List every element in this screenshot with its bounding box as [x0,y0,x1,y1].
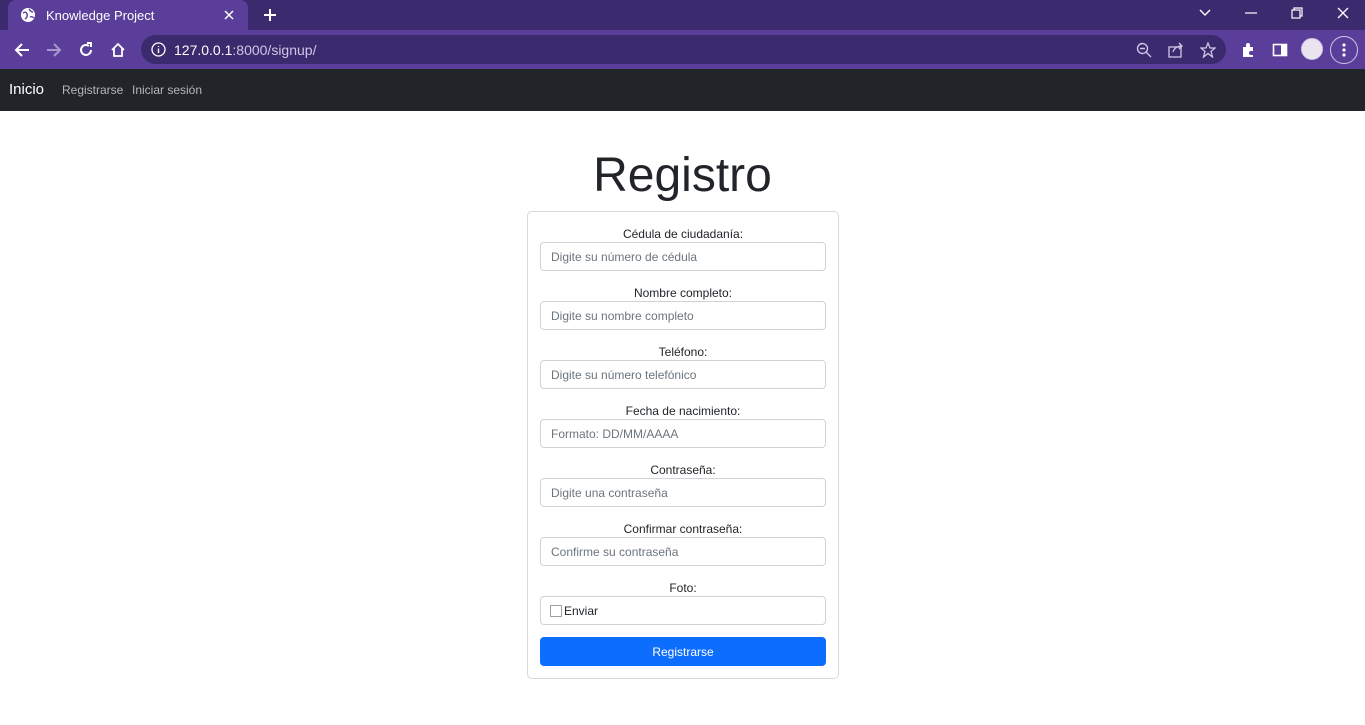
share-icon[interactable] [1167,41,1185,59]
browser-tabstrip: Knowledge Project [0,0,1365,30]
contrasena-input[interactable] [540,478,826,507]
foto-label: Foto: [669,581,697,595]
restore-icon[interactable] [1284,2,1310,24]
nombre-input[interactable] [540,301,826,330]
forward-icon[interactable] [43,39,65,61]
contrasena-label: Contraseña: [650,463,716,477]
confirmar-contrasena-label: Confirmar contraseña: [623,522,743,536]
tab-title: Knowledge Project [46,7,155,23]
register-button[interactable]: Registrarse [540,637,826,666]
navbar-brand[interactable]: Inicio [9,81,44,98]
browser-menu-icon[interactable] [1330,36,1358,64]
telefono-label: Teléfono: [658,345,708,359]
confirmar-contrasena-input[interactable] [540,537,826,566]
zoom-icon[interactable] [1135,41,1153,59]
site-navbar: Inicio Registrarse Iniciar sesión [0,69,1365,111]
signup-form: Cédula de ciudadanía: Nombre completo: T… [527,211,839,679]
browser-tab[interactable]: Knowledge Project [8,0,248,30]
cedula-label: Cédula de ciudadanía: [622,227,744,241]
tab-search-icon[interactable] [1192,2,1218,24]
close-tab-icon[interactable] [222,8,236,22]
url-text: 127.0.0.1:8000/signup/ [174,42,316,58]
nav-link-iniciar-sesion[interactable]: Iniciar sesión [132,83,202,97]
page-title: Registro [593,149,772,202]
fecha-nacimiento-label: Fecha de nacimiento: [625,404,741,418]
back-icon[interactable] [11,39,33,61]
cedula-input[interactable] [540,242,826,271]
globe-icon [20,7,36,23]
close-window-icon[interactable] [1330,2,1356,24]
home-icon[interactable] [107,39,129,61]
foto-alt-text: Enviar [564,603,599,618]
foto-file-input[interactable]: Enviar [540,596,826,625]
url-path: :8000/signup/ [232,42,317,58]
side-panel-icon[interactable] [1269,39,1291,61]
url-host: 127.0.0.1 [174,42,233,58]
site-info-icon[interactable] [151,42,166,57]
telefono-input[interactable] [540,360,826,389]
profile-avatar[interactable] [1301,38,1323,60]
extensions-icon[interactable] [1237,39,1259,61]
nombre-label: Nombre completo: [633,286,733,300]
reload-icon[interactable] [75,39,97,61]
broken-image-icon [550,604,562,617]
minimize-icon[interactable] [1238,2,1264,24]
address-bar[interactable]: 127.0.0.1:8000/signup/ [141,35,1226,64]
new-tab-icon[interactable] [259,5,281,25]
fecha-nacimiento-input[interactable] [540,419,826,448]
nav-link-registrarse[interactable]: Registrarse [62,83,123,97]
browser-toolbar: 127.0.0.1:8000/signup/ [0,30,1365,69]
bookmark-star-icon[interactable] [1199,41,1217,59]
